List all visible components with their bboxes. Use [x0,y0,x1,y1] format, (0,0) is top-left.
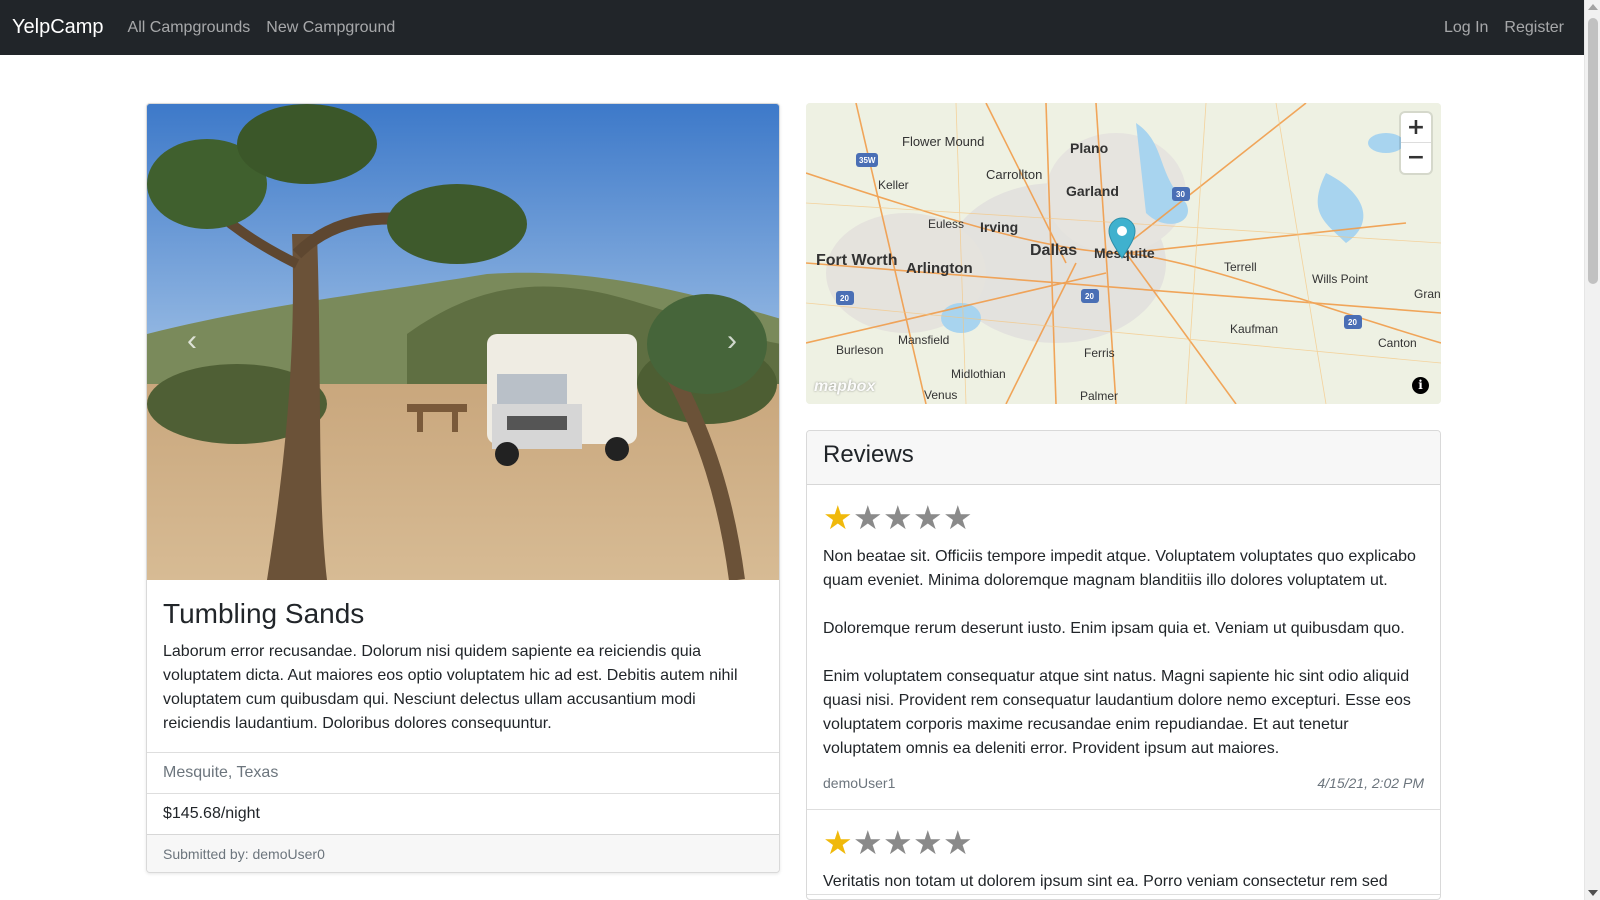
nav-login[interactable]: Log In [1444,19,1488,37]
nav-new-campground[interactable]: New Campground [266,19,395,37]
review-item: ★ ★ ★ ★ ★ Veritatis non totam ut dolorem… [807,810,1440,895]
review-paragraph: Enim voluptatem consequatur atque sint n… [823,668,1411,757]
map-label-kaufman: Kaufman [1230,322,1278,336]
reviews-card: Reviews ★ ★ ★ ★ ★ Non beatae sit. Offici… [806,430,1441,900]
highway-35w: 35W [859,156,876,165]
star-filled-icon: ★ [823,498,853,537]
campground-location: Mesquite, Texas [147,752,779,793]
review-paragraph: Doloremque rerum deserunt iusto. Enim ip… [823,620,1405,637]
mapbox-logo[interactable]: mapbox [814,378,875,396]
map-label-midlothian: Midlothian [951,367,1006,381]
star-empty-icon: ★ [883,823,913,862]
zoom-in-icon[interactable]: + [1401,113,1431,143]
campground-price: $145.68/night [147,793,779,834]
map-canvas[interactable]: Flower Mound Plano Keller Carrollton Gar… [806,103,1441,404]
nav-register[interactable]: Register [1504,19,1564,37]
star-empty-icon: ★ [943,823,973,862]
review-body: Non beatae sit. Officiis tempore impedit… [823,545,1424,761]
star-rating: ★ ★ ★ ★ ★ [823,501,1424,535]
map-label-dallas: Dallas [1030,242,1077,259]
reviews-heading: Reviews [807,431,1440,485]
highway-20-east: 20 [1348,318,1357,327]
nav-right: Log In Register [1444,19,1564,37]
campground-title: Tumbling Sands [163,598,365,629]
campground-card: ‹ › Tumbling Sands Laborum error recusan… [146,103,780,873]
carousel-prev-icon[interactable]: ‹ [177,326,207,356]
attribution-info-icon[interactable]: i [1412,377,1429,394]
campground-photo-carousel: ‹ › [147,104,779,580]
star-empty-icon: ★ [853,823,883,862]
review-item: ★ ★ ★ ★ ★ Non beatae sit. Officiis tempo… [807,485,1440,810]
review-body: Veritatis non totam ut dolorem ipsum sin… [823,870,1424,894]
star-rating: ★ ★ ★ ★ ★ [823,826,1424,860]
map-label-palmer: Palmer [1080,389,1118,403]
campground-submitted-by: Submitted by: demoUser0 [147,834,779,872]
map-label-garland: Garland [1066,183,1119,199]
campground-photo [147,104,779,580]
scroll-down-icon[interactable] [1588,890,1598,896]
star-empty-icon: ★ [913,823,943,862]
map-label-mansfield: Mansfield [898,333,949,347]
zoom-out-icon[interactable]: − [1401,143,1431,173]
map-label-canton: Canton [1378,336,1417,350]
page-scrollbar[interactable] [1584,0,1600,900]
map-zoom-control: + − [1401,113,1431,173]
highway-20-central: 20 [1085,292,1094,301]
map-label-irving: Irving [980,219,1018,235]
map-label-terrell: Terrell [1224,260,1257,274]
review-author: demoUser1 [823,775,896,791]
nav-left: All Campgrounds New Campground [128,19,396,37]
star-empty-icon: ★ [913,498,943,537]
star-filled-icon: ★ [823,823,853,862]
star-empty-icon: ★ [883,498,913,537]
highway-30: 30 [1176,190,1185,199]
map-label-ferris: Ferris [1084,346,1115,360]
map-label-keller: Keller [878,178,909,192]
map-label-plano: Plano [1070,140,1108,156]
nav-all-campgrounds[interactable]: All Campgrounds [128,19,251,37]
map-label-venus: Venus [924,388,957,402]
review-date: 4/15/21, 2:02 PM [1317,775,1424,791]
map-label-burleson: Burleson [836,343,883,357]
highway-20-west: 20 [840,294,849,303]
review-paragraph: Non beatae sit. Officiis tempore impedit… [823,548,1416,589]
map-label-euless: Euless [928,217,964,231]
map-label-gran: Gran [1414,287,1441,301]
star-empty-icon: ★ [943,498,973,537]
map-label-flower-mound: Flower Mound [902,134,984,149]
map-label-arlington: Arlington [906,260,973,277]
map-label-fort-worth: Fort Worth [816,252,897,269]
scroll-thumb[interactable] [1588,18,1598,284]
star-empty-icon: ★ [853,498,883,537]
map[interactable]: Flower Mound Plano Keller Carrollton Gar… [806,103,1441,404]
review-paragraph: Veritatis non totam ut dolorem ipsum sin… [823,873,1388,890]
scroll-up-icon[interactable] [1588,4,1598,10]
map-label-wills-point: Wills Point [1312,272,1369,286]
campground-description: Laborum error recusandae. Dolorum nisi q… [163,643,738,732]
map-label-carrollton: Carrollton [986,167,1042,182]
review-meta: demoUser1 4/15/21, 2:02 PM [823,761,1424,809]
brand-logo[interactable]: YelpCamp [12,16,104,39]
carousel-next-icon[interactable]: › [717,326,747,356]
navbar: YelpCamp All Campgrounds New Campground … [0,0,1584,55]
campground-body: Tumbling Sands Laborum error recusandae.… [147,580,779,752]
